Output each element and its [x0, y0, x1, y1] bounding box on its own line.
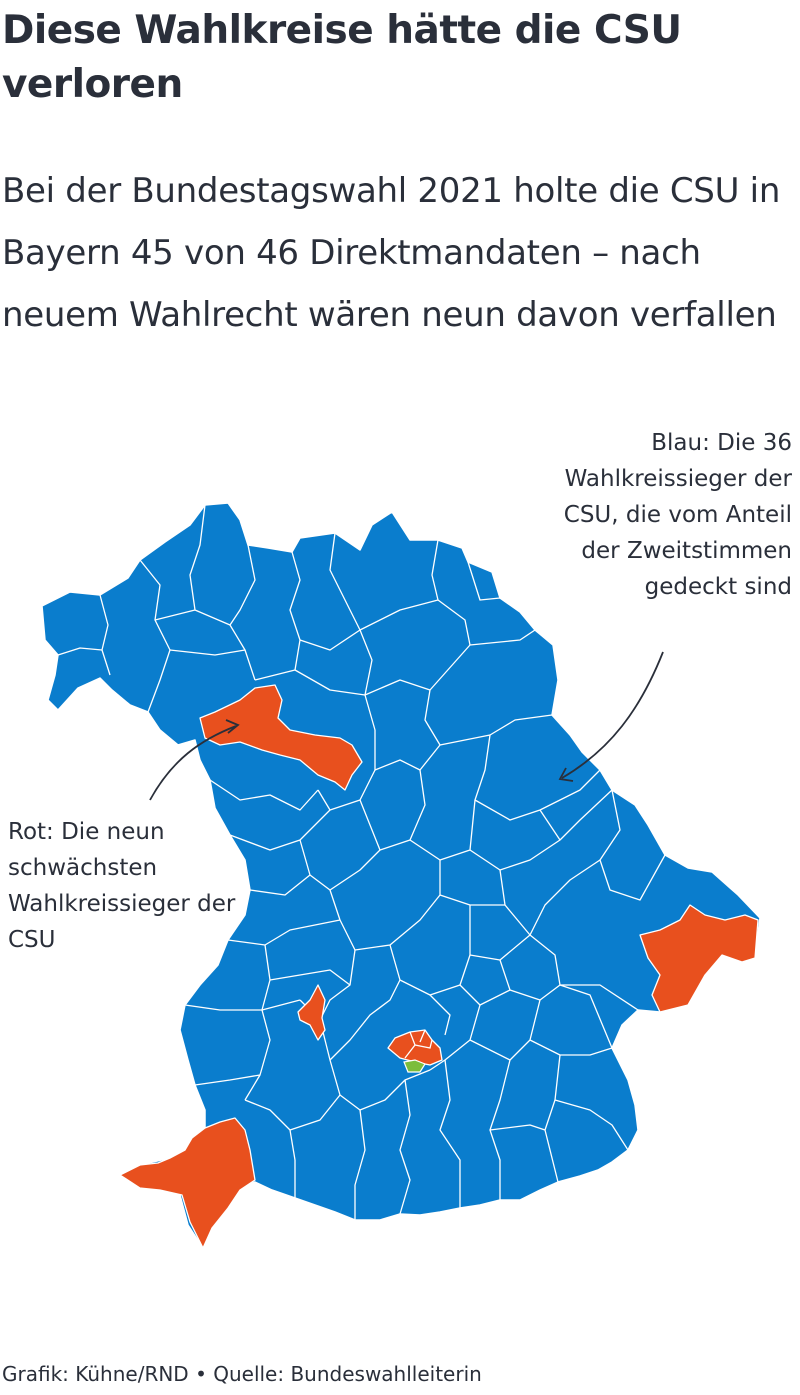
credit: Grafik: Kühne/RND — [2, 1362, 189, 1386]
annotation-red: Rot: Die neun schwächsten Wahlkreissiege… — [8, 819, 236, 953]
separator: • — [195, 1362, 207, 1386]
chart-title: Diese Wahlkreise hätte die CSU verloren — [2, 8, 682, 107]
annotation-blue: Blau: Die 36 Wahlkreissieger der CSU, di… — [563, 430, 792, 600]
source: Quelle: Bundeswahlleiterin — [213, 1362, 482, 1386]
district-red-southwest — [119, 1117, 256, 1249]
footer-credits: Grafik: Kühne/RND • Quelle: Bundeswahlle… — [2, 1360, 792, 1388]
chart-subtitle: Bei der Bundestagswahl 2021 holte die CS… — [2, 171, 781, 335]
